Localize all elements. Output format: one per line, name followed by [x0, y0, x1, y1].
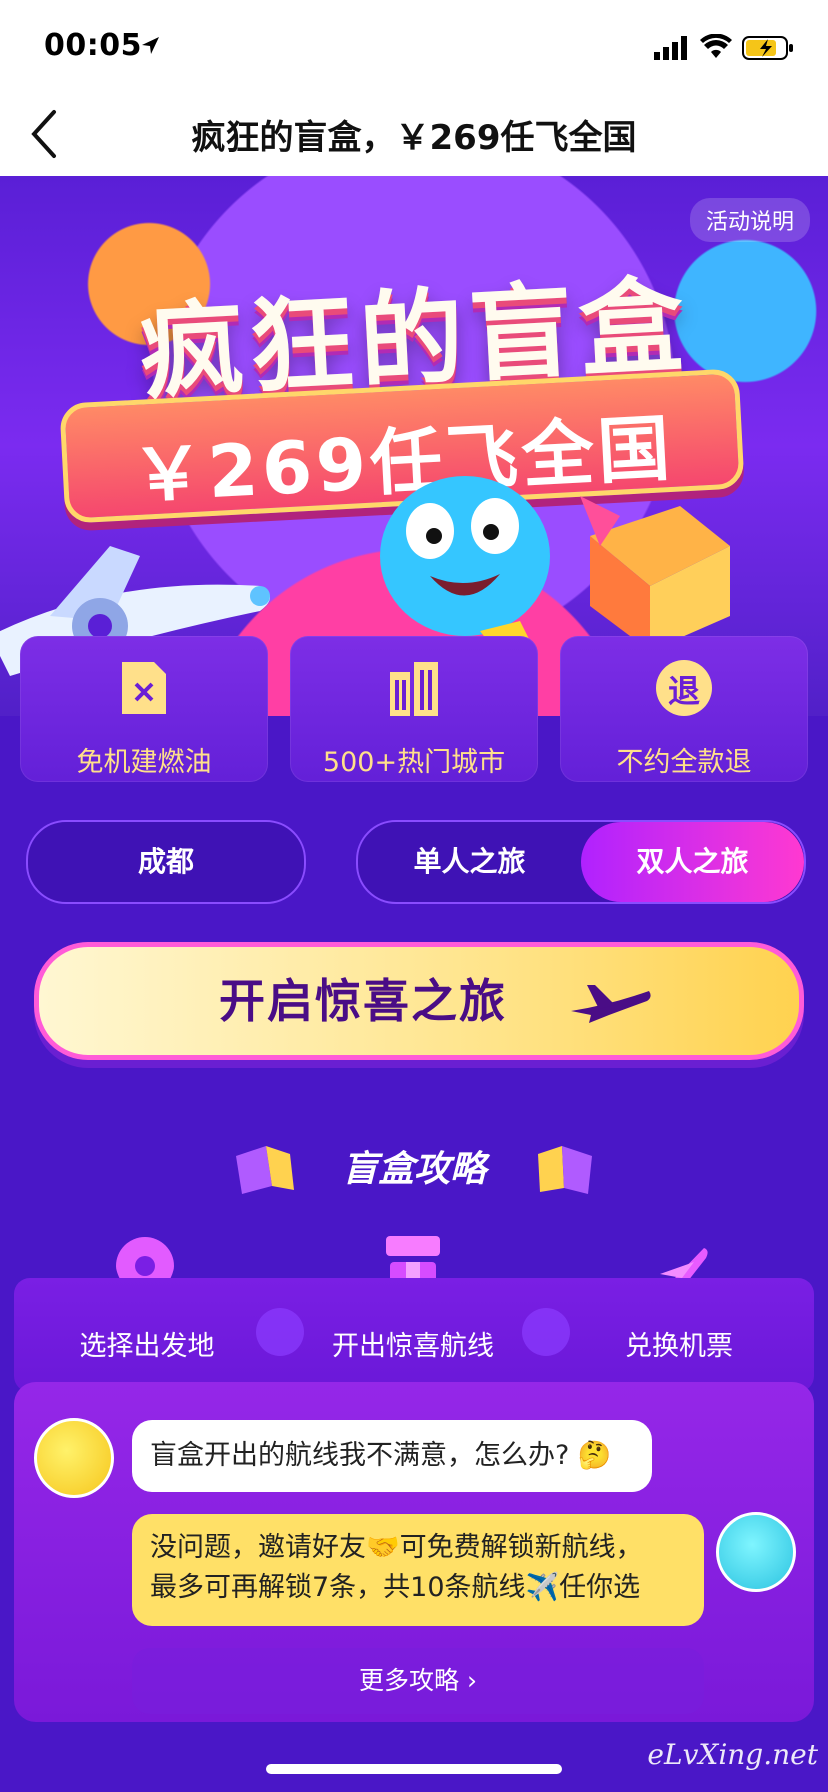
more-strategy-link[interactable]: 更多攻略 ›	[132, 1648, 704, 1714]
refund-icon-text: 退	[667, 672, 700, 710]
nav-bar: 疯狂的盲盒，￥269任飞全国	[0, 92, 828, 176]
strategy-header: 盲盒攻略	[0, 1140, 828, 1200]
status-bar: 00:05	[0, 0, 828, 92]
mascot-avatar	[716, 1512, 796, 1592]
plane-icon	[571, 985, 651, 1023]
start-journey-label: 开启惊喜之旅	[219, 974, 507, 1028]
step-redeem-ticket: 兑换机票	[546, 1278, 812, 1392]
status-time: 00:05	[44, 28, 142, 63]
feature-label: 不约全款退	[616, 747, 752, 778]
step-open-route: 开出惊喜航线	[280, 1278, 546, 1392]
faq-chat-panel: 盲盒开出的航线我不满意，怎么办? 🤔 没问题，邀请好友🤝可免费解锁新航线， 最多…	[14, 1382, 814, 1722]
trip-option-single[interactable]: 单人之旅	[358, 822, 581, 902]
answer-line: 最多可再解锁7条，共10条航线✈️任你选	[150, 1572, 641, 1603]
feature-card-fuel: 免机建燃油	[20, 636, 268, 782]
step-label: 开出惊喜航线	[332, 1331, 494, 1362]
home-indicator	[266, 1764, 562, 1774]
departure-city-select[interactable]: 成都	[26, 820, 306, 904]
strategy-steps: 选择出发地 开出惊喜航线 兑换机票	[14, 1278, 814, 1392]
feature-cards: 免机建燃油 500+热门城市 退 不约全款退	[20, 636, 808, 786]
answer-line: 没问题，邀请好友🤝可免费解锁新航线，	[150, 1532, 643, 1563]
trip-type-toggle: 单人之旅 双人之旅	[356, 820, 806, 904]
fuel-ticket-icon	[122, 662, 166, 714]
step-label: 选择出发地	[79, 1331, 215, 1362]
strategy-title: 盲盒攻略	[341, 1149, 486, 1190]
user-avatar	[34, 1418, 114, 1498]
watermark: eLvXing.net	[647, 1738, 818, 1771]
start-journey-button[interactable]: 开启惊喜之旅	[34, 942, 804, 1060]
question-bubble: 盲盒开出的航线我不满意，怎么办? 🤔	[132, 1420, 652, 1492]
wifi-icon	[700, 34, 732, 58]
step-label: 兑换机票	[625, 1331, 733, 1362]
battery-charging-icon	[742, 36, 793, 60]
feature-card-cities: 500+热门城市	[290, 636, 538, 782]
cellular-signal-icon	[654, 36, 687, 60]
answer-bubble: 没问题，邀请好友🤝可免费解锁新航线， 最多可再解锁7条，共10条航线✈️任你选	[132, 1514, 704, 1626]
feature-card-refund: 退 不约全款退	[560, 636, 808, 782]
buildings-icon	[390, 662, 438, 716]
location-arrow-icon	[142, 37, 159, 54]
page-title: 疯狂的盲盒，￥269任飞全国	[191, 118, 637, 158]
mascot-illustration-icon	[380, 476, 550, 644]
hero-banner: 活动说明 疯狂的盲盒 ￥269任飞全国	[0, 176, 828, 716]
trip-option-double[interactable]: 双人之旅	[581, 822, 804, 902]
step-select-departure: 选择出发地	[14, 1278, 280, 1392]
gift-box-icon	[538, 1146, 592, 1194]
gift-box-illustration-icon	[580, 496, 730, 651]
feature-label: 免机建燃油	[76, 747, 212, 778]
feature-label: 500+热门城市	[322, 747, 506, 778]
